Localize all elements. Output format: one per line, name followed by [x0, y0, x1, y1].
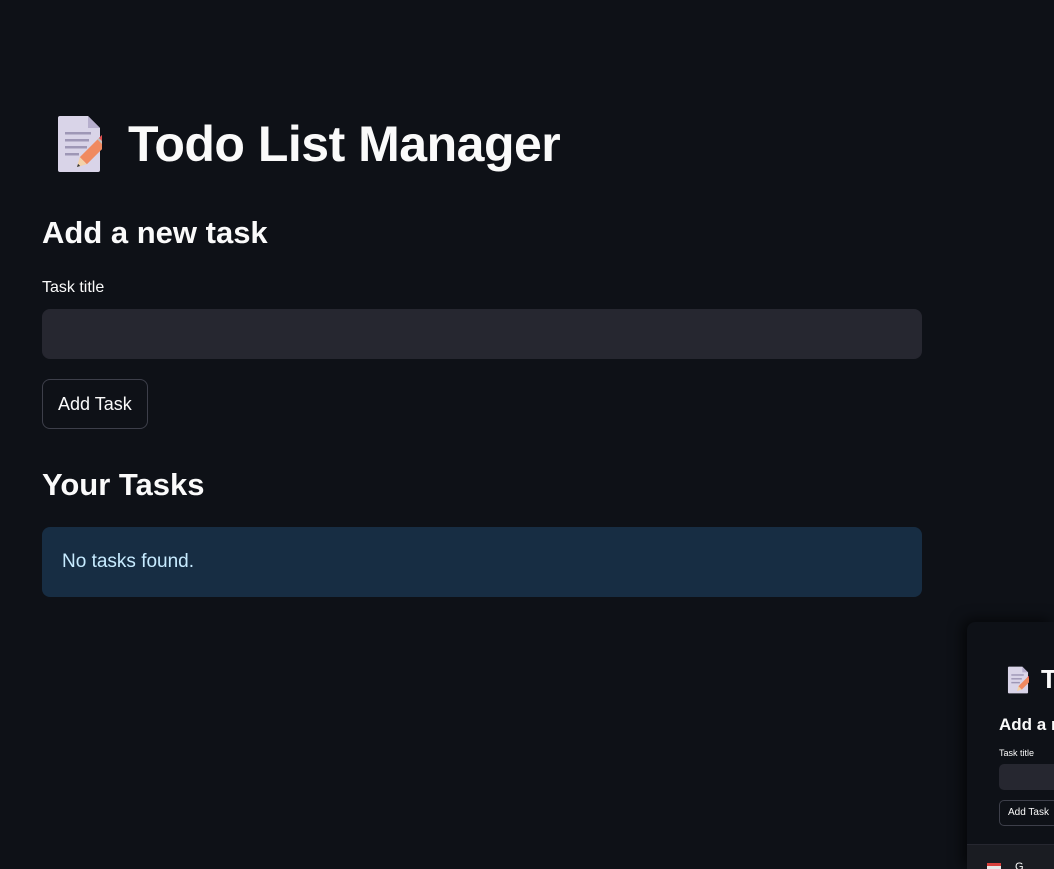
add-task-button[interactable]: Add Task [42, 379, 148, 429]
no-tasks-message: No tasks found. [62, 551, 195, 572]
title-row: Todo List Manager [42, 108, 922, 180]
add-task-heading: Add a new task [42, 215, 268, 250]
memo-icon [56, 115, 110, 173]
no-tasks-alert: No tasks found. [42, 527, 922, 597]
preview-button: Add Task [999, 800, 1054, 826]
app-page: Todo List Manager Add a new task Task ti… [0, 0, 1054, 869]
calendar-icon [987, 863, 1001, 869]
preview-footer-text: G [1015, 861, 1024, 869]
page-title: Todo List Manager [128, 116, 561, 172]
your-tasks-heading: Your Tasks [42, 467, 205, 502]
preview-input [999, 764, 1054, 790]
preview-field-label: Task title [999, 748, 1035, 758]
preview-title: To [1041, 664, 1054, 694]
task-title-label: Task title [42, 279, 105, 296]
preview-thumbnail[interactable]: To Add a n Task title Add Task G [967, 622, 1054, 869]
main-content: Todo List Manager Add a new task Task ti… [42, 108, 922, 597]
preview-memo-icon [1007, 666, 1033, 694]
preview-heading: Add a n [999, 715, 1054, 734]
preview-title-row: To [1007, 664, 1054, 695]
preview-content: To Add a n Task title Add Task G [967, 622, 1054, 869]
preview-footer: G [967, 844, 1054, 869]
task-title-input[interactable] [42, 309, 922, 359]
